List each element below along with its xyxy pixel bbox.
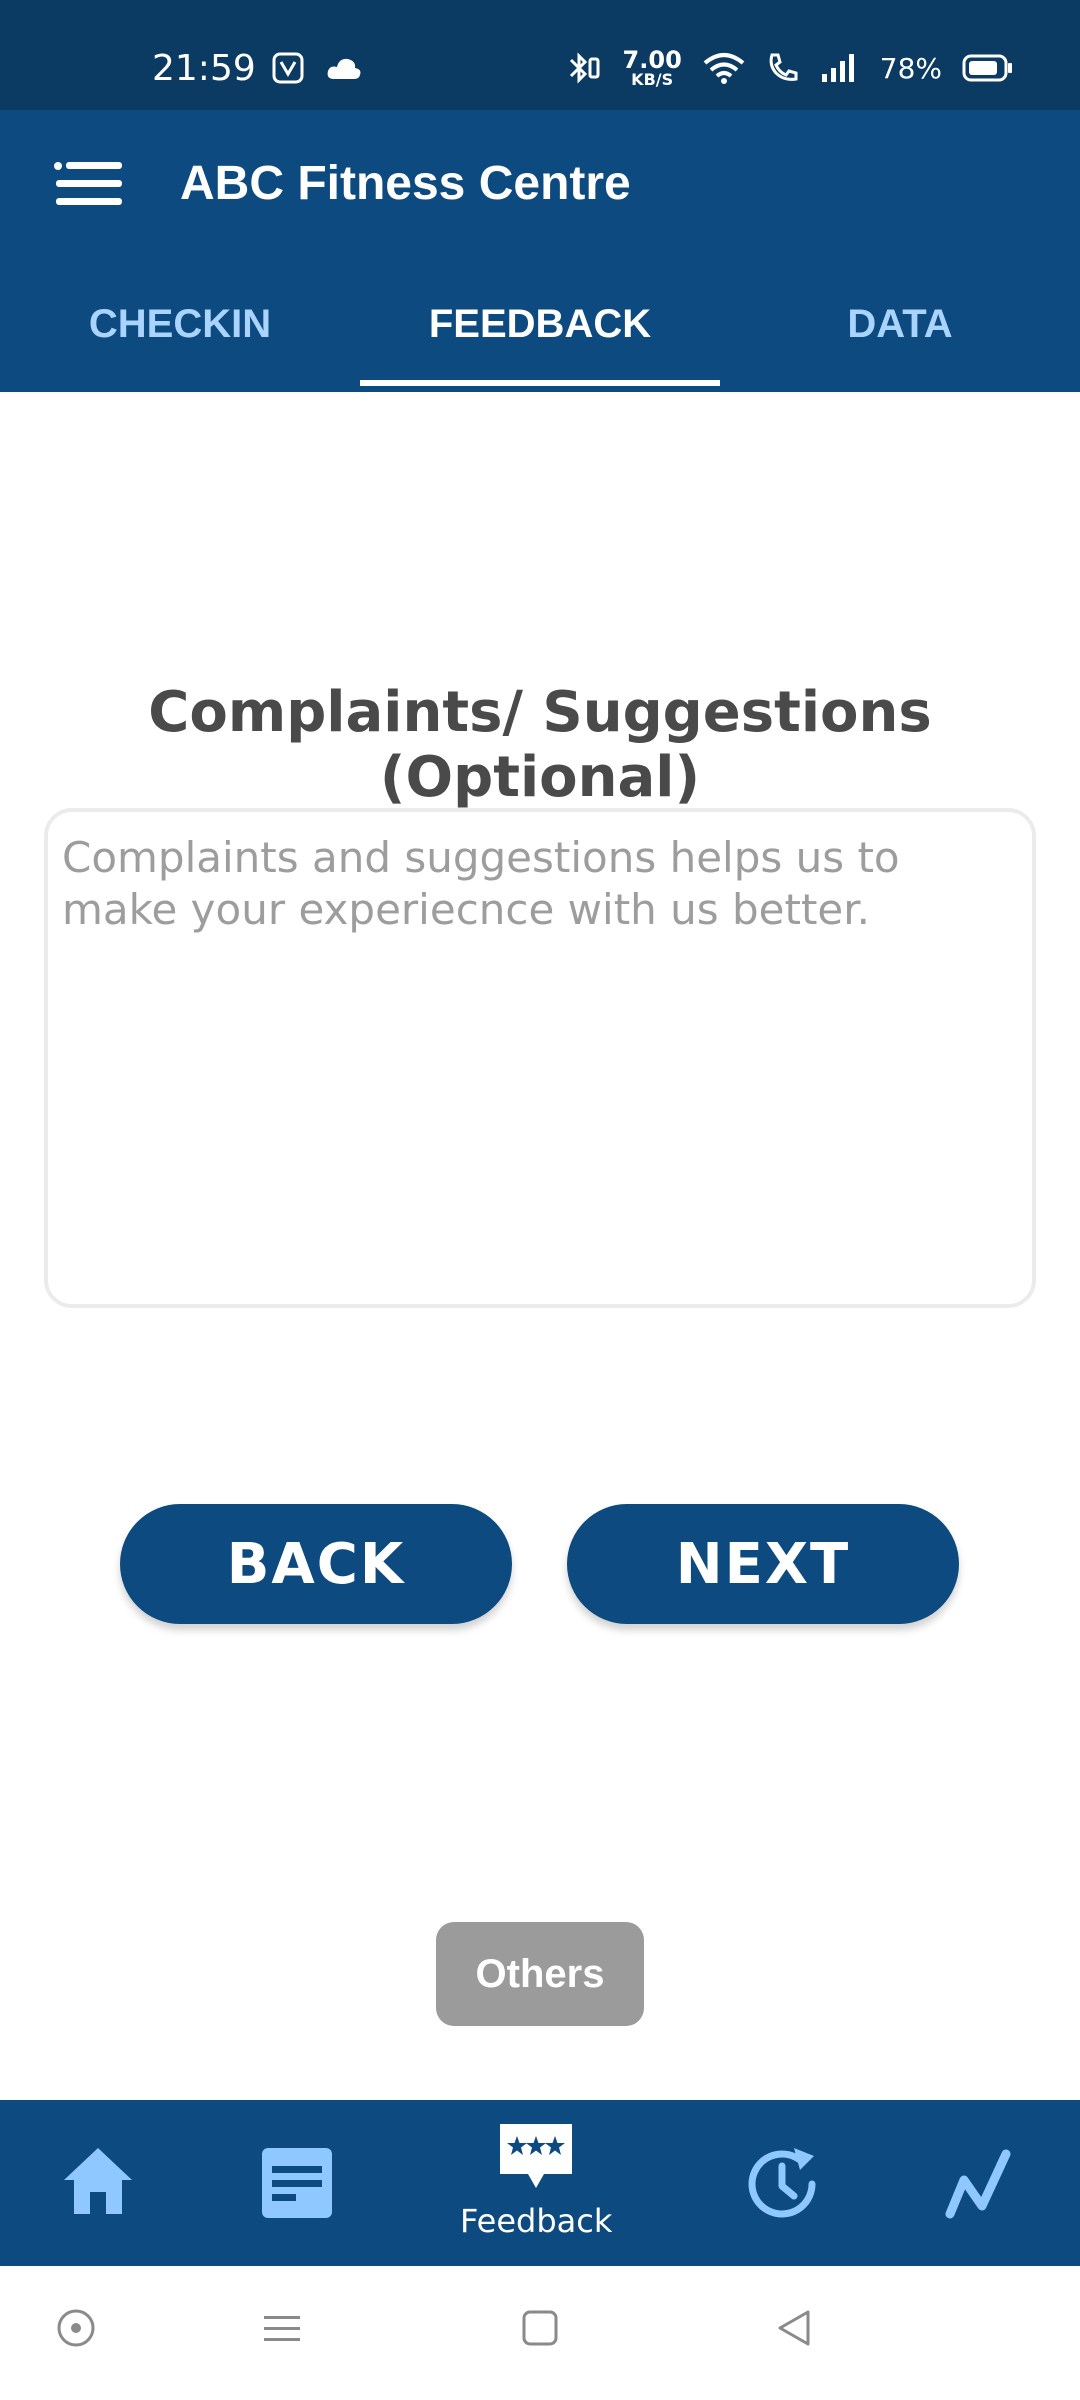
system-nav-bar <box>0 2266 1080 2400</box>
app-title: ABC Fitness Centre <box>180 157 631 210</box>
app-bar: ABC Fitness Centre <box>0 110 1080 256</box>
hamburger-menu-icon <box>54 162 122 205</box>
back-button[interactable]: BACK <box>120 1504 512 1624</box>
assist-circle-icon <box>57 2309 95 2347</box>
battery-percent: 78% <box>879 51 942 85</box>
recent-menu-icon <box>264 2316 300 2341</box>
history-icon <box>748 2148 816 2218</box>
notes-icon <box>262 2148 332 2218</box>
nav-stats[interactable] <box>942 2144 1018 2224</box>
status-bar: 21:59 7.00 KB/S 78% <box>0 0 1080 110</box>
tab-feedback[interactable]: FEEDBACK <box>360 256 720 392</box>
status-left-icons <box>272 52 362 84</box>
section-title: Complaints/ Suggestions (Optional) <box>148 680 932 810</box>
app-screen: 21:59 7.00 KB/S 78% ABC Fitness Centre C… <box>0 0 1080 2400</box>
tab-checkin[interactable]: CHECKIN <box>0 256 360 392</box>
next-button[interactable]: NEXT <box>567 1504 959 1624</box>
cloud-icon <box>327 58 361 79</box>
signal-icon <box>821 54 854 82</box>
wifi-icon <box>703 53 745 84</box>
status-right-icons: 7.00 KB/S 78% <box>567 48 1014 88</box>
feedback-icon <box>500 2124 573 2188</box>
nav-home[interactable] <box>60 2142 136 2218</box>
tab-data[interactable]: DATA <box>720 256 1080 392</box>
system-menu-button[interactable] <box>262 2308 302 2352</box>
complaints-textarea[interactable] <box>44 808 1036 1308</box>
bottom-nav: Feedback <box>0 2100 1080 2266</box>
network-speed: 7.00 KB/S <box>623 48 682 88</box>
home-square-icon <box>522 2310 558 2346</box>
nav-feedback[interactable]: Feedback <box>460 2122 612 2240</box>
system-home-button[interactable] <box>520 2308 560 2352</box>
nav-notes[interactable] <box>260 2146 334 2220</box>
nav-feedback-label: Feedback <box>460 2202 613 2240</box>
battery-icon <box>962 54 1012 82</box>
status-time: 21:59 <box>152 48 256 89</box>
bluetooth-icon <box>569 52 600 84</box>
others-chip[interactable]: Others <box>436 1922 644 2026</box>
stats-icon <box>945 2149 1011 2219</box>
home-icon <box>64 2148 132 2214</box>
net-speed-value: 7.00 <box>622 46 682 74</box>
media-app-icon <box>272 52 304 84</box>
system-assist-button[interactable] <box>56 2308 96 2352</box>
tab-bar: CHECKIN FEEDBACK DATA <box>0 256 1080 392</box>
menu-button[interactable] <box>54 162 124 206</box>
nav-history[interactable] <box>742 2144 822 2224</box>
net-speed-unit: KB/S <box>631 70 674 89</box>
back-triangle-icon <box>778 2310 810 2346</box>
wifi-calling-icon <box>769 53 798 81</box>
system-back-button[interactable] <box>774 2308 814 2352</box>
